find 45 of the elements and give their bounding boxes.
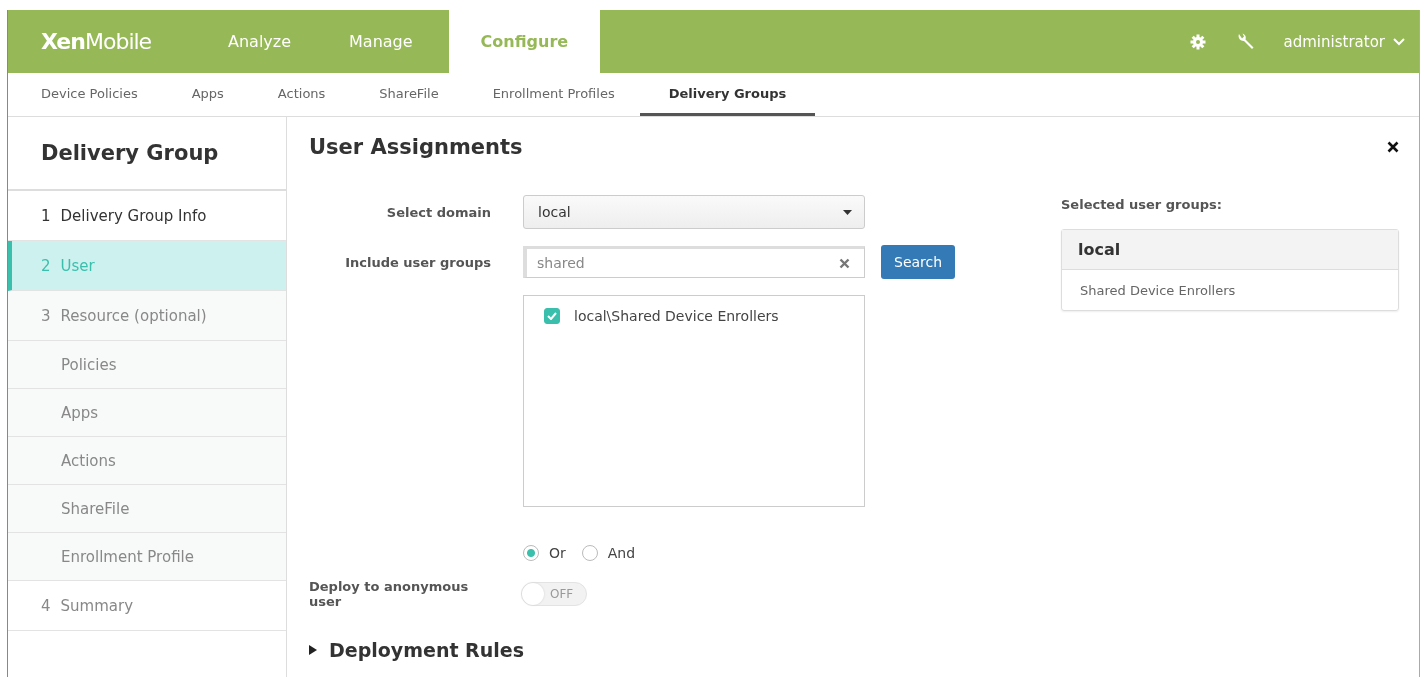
radio-button[interactable]: [523, 545, 539, 561]
sidebar-item[interactable]: 2 User: [8, 241, 286, 291]
nav-tab[interactable]: Configure: [448, 10, 601, 73]
subnav-tab[interactable]: Device Policies: [41, 73, 138, 116]
panel-label: Selected user groups:: [1061, 197, 1223, 212]
subnav-tab[interactable]: Apps: [191, 73, 224, 116]
sidebar-item[interactable]: Actions: [8, 437, 286, 485]
triangle-right-icon: [309, 645, 317, 655]
settings-icon: [1189, 33, 1206, 50]
sidebar-item[interactable]: Enrollment Profile: [8, 533, 286, 581]
radio-label: Or: [549, 545, 566, 561]
search-button[interactable]: Search: [881, 245, 956, 279]
check-icon: [547, 312, 557, 320]
field-label: Include user groups: [344, 254, 492, 270]
result-label: local\Shared Device Enrollers: [574, 308, 779, 324]
subnav-tab[interactable]: Actions: [277, 73, 326, 116]
group-member: Shared Device Enrollers: [1079, 281, 1237, 300]
checkbox[interactable]: [544, 308, 560, 324]
logo: XenMobile: [40, 29, 153, 54]
radio-label: And: [607, 545, 636, 561]
field-label: Select domain: [385, 204, 492, 220]
sidebar-item[interactable]: Policies: [8, 341, 286, 389]
subnav-tab[interactable]: Delivery Groups: [639, 73, 816, 116]
subnav-tab[interactable]: Enrollment Profiles: [492, 73, 615, 116]
sidebar-item[interactable]: ShareFile: [8, 485, 286, 533]
sidebar-title: Delivery Group: [8, 117, 286, 191]
sidebar-item[interactable]: 3 Resource (optional): [8, 291, 286, 341]
sidebar-item[interactable]: 4 Summary: [8, 581, 286, 631]
subnav-tab[interactable]: ShareFile: [379, 73, 439, 116]
close-icon: [1387, 141, 1399, 153]
sidebar-item[interactable]: Apps: [8, 389, 286, 437]
nav-tab[interactable]: Analyze: [206, 10, 314, 73]
radio-button[interactable]: [581, 545, 598, 561]
toggle-switch[interactable]: OFF: [521, 582, 587, 606]
domain-dropdown[interactable]: local: [523, 195, 865, 229]
chevron-down-icon: [1393, 37, 1405, 46]
clear-icon: [839, 257, 850, 269]
nav-tab[interactable]: Manage: [327, 10, 435, 73]
search-field[interactable]: shared: [523, 246, 865, 278]
section-title: User Assignments: [309, 135, 523, 159]
field-label: Deploy to anonymous user: [309, 579, 470, 609]
caret-icon: [843, 209, 852, 215]
group-header: local: [1062, 230, 1398, 270]
expander[interactable]: Deployment Rules: [309, 639, 524, 661]
user-menu[interactable]: administrator: [1283, 32, 1405, 51]
